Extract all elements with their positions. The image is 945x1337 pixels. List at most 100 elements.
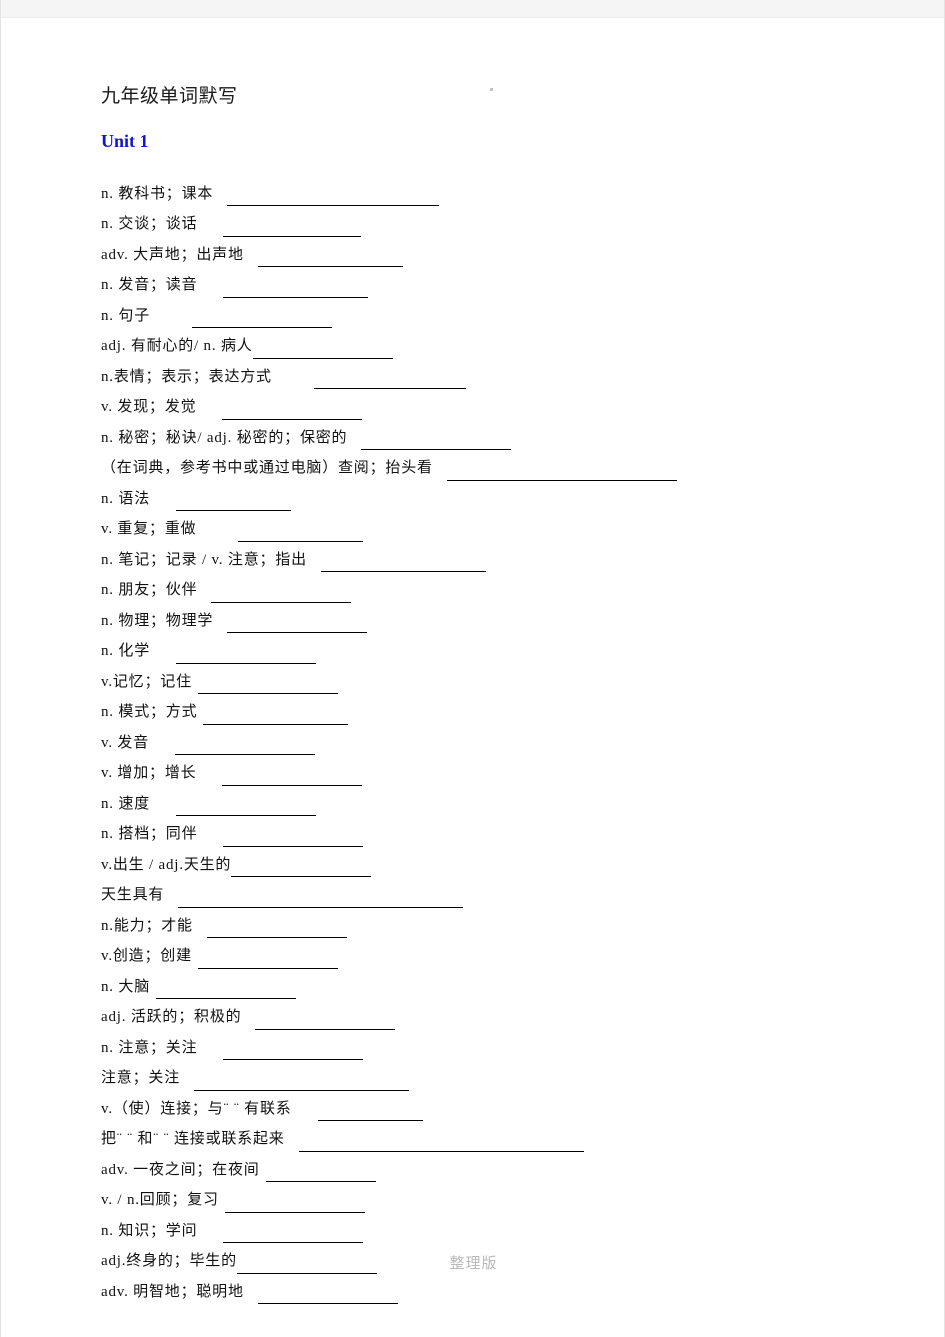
page-title: 九年级单词默写 xyxy=(101,86,238,107)
footer-note: 整理版 xyxy=(449,1256,498,1272)
vocabulary-entry: v.记忆；记住 xyxy=(101,666,861,695)
answer-blank[interactable] xyxy=(194,1075,410,1091)
answer-blank[interactable] xyxy=(176,495,292,512)
answer-blank[interactable] xyxy=(238,526,364,542)
entry-definition: v. 增加；增长 xyxy=(101,765,197,782)
answer-blank[interactable] xyxy=(192,312,333,329)
vocabulary-entry: n. 交谈；谈话 xyxy=(101,209,861,237)
vocabulary-entry: v. 增加；增长 xyxy=(101,758,861,786)
entry-definition: 注意；关注 xyxy=(101,1070,181,1087)
vocabulary-entry-list: n. 教科书；课本 n. 交谈；谈话 adv. 大声地；出声地 n. 发音；读音 n. … xyxy=(101,178,861,1305)
vocabulary-entry: adj. 活跃的；积极的 xyxy=(101,1002,861,1030)
vocabulary-entry: adv. 明智地；聪明地 xyxy=(101,1276,861,1305)
vocabulary-entry: n. 秘密；秘诀/ adj. 秘密的；保密的 xyxy=(101,422,861,451)
unit-heading: Unit 1 xyxy=(101,130,149,151)
vocabulary-entry: n. 句子 xyxy=(101,300,861,329)
entry-definition: adj. 活跃的；积极的 xyxy=(101,1009,242,1026)
page-top-band xyxy=(1,0,944,18)
entry-definition: n. 秘密；秘诀/ adj. 秘密的；保密的 xyxy=(101,429,348,446)
answer-blank[interactable] xyxy=(361,434,512,451)
entry-definition: n.表情；表示；表达方式 xyxy=(101,368,272,385)
answer-blank[interactable] xyxy=(176,648,317,664)
vocabulary-entry: 把¨ ¨ 和¨ ¨ 连接或联系起来 xyxy=(101,1124,861,1152)
vocabulary-entry: n. 速度 xyxy=(101,788,861,817)
entry-definition: n. 朋友；伙伴 xyxy=(101,582,198,599)
answer-blank[interactable] xyxy=(223,221,362,237)
entry-definition: n. 注意；关注 xyxy=(101,1039,198,1056)
answer-blank[interactable] xyxy=(265,1166,376,1183)
answer-blank[interactable] xyxy=(156,983,297,1000)
answer-blank[interactable] xyxy=(223,282,369,298)
vocabulary-entry: n. 模式；方式 xyxy=(101,697,861,725)
entry-definition: n. 化学 xyxy=(101,643,151,660)
vocabulary-entry: v. 发音 xyxy=(101,727,861,756)
answer-blank[interactable] xyxy=(227,617,368,634)
entry-definition: v.创造；创建 xyxy=(101,948,192,965)
answer-blank[interactable] xyxy=(224,1197,365,1213)
answer-blank[interactable] xyxy=(298,1136,584,1152)
vocabulary-entry: adj. 有耐心的/ n. 病人 xyxy=(101,331,861,359)
vocabulary-entry: adv. 一夜之间；在夜间 xyxy=(101,1154,861,1183)
entry-definition: v. 重复；重做 xyxy=(101,521,197,538)
entry-definition: adv. 明智地；聪明地 xyxy=(101,1283,244,1300)
entry-definition: n. 笔记；记录 / v. 注意；指出 xyxy=(101,551,307,568)
answer-blank[interactable] xyxy=(222,770,363,786)
vocabulary-entry: n. 笔记；记录 / v. 注意；指出 xyxy=(101,544,861,573)
entry-definition: adv. 大声地；出声地 xyxy=(101,246,244,263)
vocabulary-entry: n. 知识；学问 xyxy=(101,1215,861,1244)
entry-definition: adv. 一夜之间；在夜间 xyxy=(101,1161,260,1178)
vocabulary-entry: n. 化学 xyxy=(101,636,861,664)
answer-blank[interactable] xyxy=(223,1227,364,1244)
answer-blank[interactable] xyxy=(206,922,347,939)
answer-blank[interactable] xyxy=(197,953,338,969)
answer-blank[interactable] xyxy=(231,861,372,878)
vocabulary-entry: 天生具有 xyxy=(101,880,861,908)
answer-blank[interactable] xyxy=(252,343,393,359)
answer-blank[interactable] xyxy=(227,190,440,207)
entry-definition: （在词典，参考书中或通过电脑）查阅；抬头看 xyxy=(101,460,433,477)
vocabulary-entry: n.能力；才能 xyxy=(101,910,861,939)
answer-blank[interactable] xyxy=(255,1014,396,1030)
vocabulary-entry: v.创造；创建 xyxy=(101,941,861,969)
vocabulary-entry: 注意；关注 xyxy=(101,1063,861,1091)
vocabulary-entry: adv. 大声地；出声地 xyxy=(101,239,861,268)
vocabulary-entry: n. 语法 xyxy=(101,483,861,512)
answer-blank[interactable] xyxy=(257,1288,398,1305)
answer-blank[interactable] xyxy=(313,373,466,390)
entry-definition: n. 速度 xyxy=(101,795,151,812)
vocabulary-entry: n. 物理；物理学 xyxy=(101,605,861,634)
entry-definition: 天生具有 xyxy=(101,887,165,904)
vocabulary-entry: （在词典，参考书中或通过电脑）查阅；抬头看 xyxy=(101,453,861,481)
answer-blank[interactable] xyxy=(317,1105,423,1122)
entry-definition: v. / n.回顾；复习 xyxy=(101,1192,219,1209)
entry-definition: v.记忆；记住 xyxy=(101,673,192,690)
entry-definition: n. 搭档；同伴 xyxy=(101,826,198,843)
vocabulary-entry: n. 教科书；课本 xyxy=(101,178,861,207)
entry-definition: adj. 有耐心的/ n. 病人 xyxy=(101,338,253,355)
entry-definition: v.（使）连接；与¨ ¨ 有联系 xyxy=(101,1100,292,1117)
answer-blank[interactable] xyxy=(178,892,464,908)
answer-blank[interactable] xyxy=(175,739,316,756)
vocabulary-entry: n.表情；表示；表达方式 xyxy=(101,361,861,390)
answer-blank[interactable] xyxy=(197,678,338,695)
answer-blank[interactable] xyxy=(203,709,349,725)
answer-blank[interactable] xyxy=(223,1044,364,1061)
vocabulary-entry: v.（使）连接；与¨ ¨ 有联系 xyxy=(101,1093,861,1122)
entry-definition: n. 物理；物理学 xyxy=(101,612,214,629)
entry-definition: v. 发音 xyxy=(101,734,150,751)
answer-blank[interactable] xyxy=(222,404,363,420)
entry-definition: n. 发音；读音 xyxy=(101,277,198,294)
entry-definition: n. 知识；学问 xyxy=(101,1222,198,1239)
vocabulary-entry: v. 重复；重做 xyxy=(101,514,861,542)
answer-blank[interactable] xyxy=(446,465,677,481)
answer-blank[interactable] xyxy=(320,556,486,573)
vocabulary-entry: n. 发音；读音 xyxy=(101,270,861,298)
entry-definition: n. 交谈；谈话 xyxy=(101,216,198,233)
entry-definition: v.出生 / adj.天生的 xyxy=(101,856,232,873)
answer-blank[interactable] xyxy=(211,587,352,603)
answer-blank[interactable] xyxy=(257,251,403,268)
vocabulary-entry: n. 搭档；同伴 xyxy=(101,819,861,847)
vocabulary-entry: n. 朋友；伙伴 xyxy=(101,575,861,603)
answer-blank[interactable] xyxy=(223,831,364,847)
answer-blank[interactable] xyxy=(176,800,317,817)
